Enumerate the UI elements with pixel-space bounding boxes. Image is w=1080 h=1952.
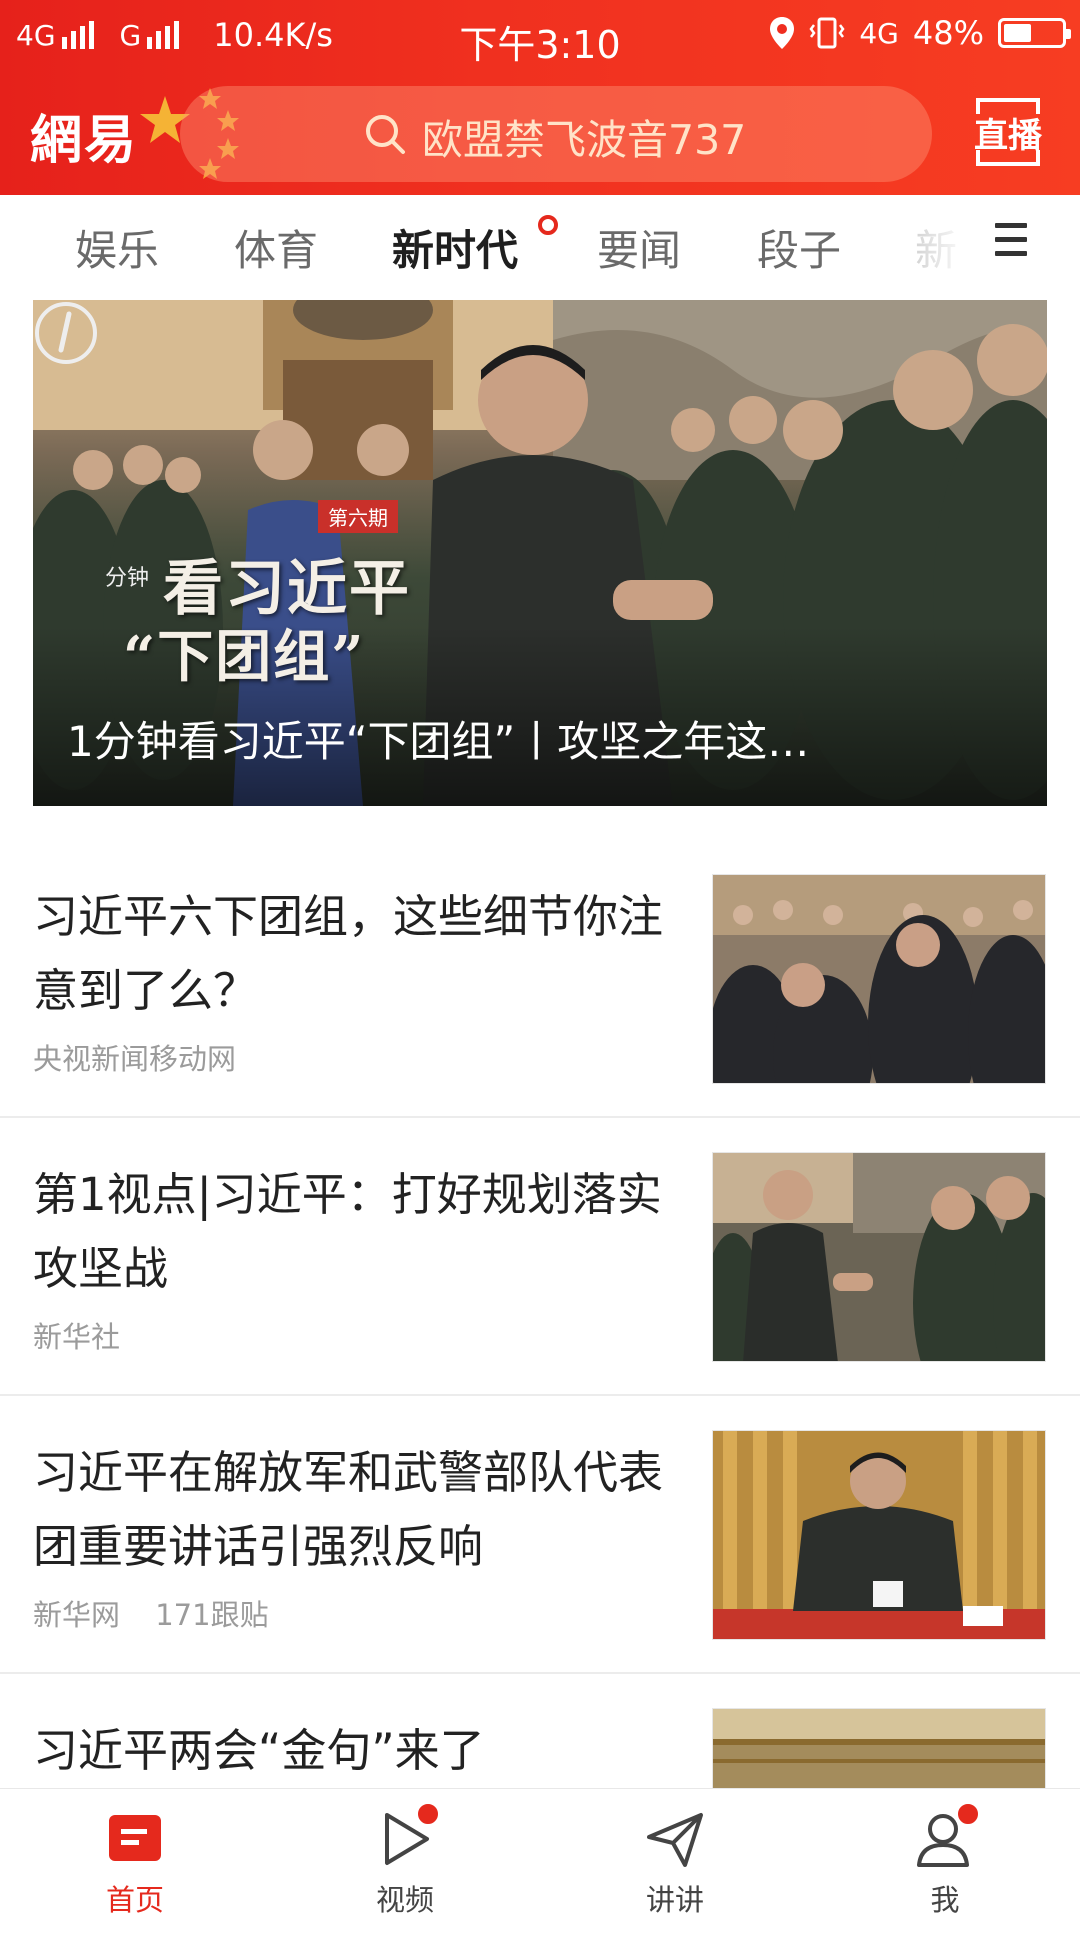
tab-jokes[interactable]: 段子 [757, 217, 841, 278]
news-item[interactable]: 第1视点|习近平：打好规划落实攻坚战 新华社 [0, 1118, 1080, 1396]
news-source: 新华社 [33, 1320, 121, 1354]
netease-logo[interactable]: 網易 [30, 98, 138, 173]
hero-logo-text: 分钟 [105, 566, 150, 591]
news-thumbnail [712, 874, 1046, 1084]
nav-home[interactable]: 首页 [0, 1789, 270, 1921]
bottom-navigation: 首页 视频 讲讲 我 [0, 1788, 1080, 1920]
nav-home-label: 首页 [105, 1883, 164, 1917]
channel-menu-icon[interactable] [995, 223, 1027, 259]
search-icon [366, 115, 405, 154]
nav-me[interactable]: 我 [810, 1789, 1080, 1921]
network-type-3: 4G [859, 16, 899, 50]
top-header: 4G G 10.4K/s 下午3:10 4G 48% 網易 欧盟禁飞波音737 … [0, 0, 1080, 195]
location-icon [770, 17, 795, 49]
home-icon [109, 1815, 161, 1861]
news-title: 习近平两会“金句”来了 [33, 1724, 485, 1777]
live-frame-icon [976, 98, 1040, 166]
news-title: 习近平在解放军和武警部队代表团重要讲话引强烈反响 [33, 1446, 664, 1573]
paper-plane-icon [647, 1813, 703, 1867]
nav-me-label: 我 [930, 1883, 960, 1917]
nav-video-label: 视频 [375, 1883, 434, 1917]
news-source: 新华网 [33, 1598, 121, 1632]
nav-video[interactable]: 视频 [270, 1789, 540, 1921]
search-bar[interactable]: 欧盟禁飞波音737 [180, 86, 932, 182]
live-button[interactable]: 直播 [974, 96, 1042, 168]
issue-badge: 第六期 [318, 500, 398, 533]
news-comment-count: 171跟贴 [155, 1598, 269, 1632]
channel-tabs: 娱乐 体育 新时代 要闻 段子 新 [0, 195, 1080, 295]
news-item[interactable]: 习近平六下团组，这些细节你注意到了么？ 央视新闻移动网 [0, 840, 1080, 1118]
nav-video-badge [415, 1801, 441, 1827]
search-placeholder: 欧盟禁飞波音737 [422, 116, 747, 164]
tab-entertainment[interactable]: 娱乐 [75, 217, 159, 278]
tab-headlines[interactable]: 要闻 [597, 217, 681, 278]
news-thumbnail [712, 1152, 1046, 1362]
news-title: 第1视点|习近平：打好规划落实攻坚战 [33, 1168, 662, 1295]
tab-new-era[interactable]: 新时代 [392, 217, 518, 278]
news-meta: 新华社 [33, 1314, 120, 1356]
news-meta: 央视新闻移动网 [33, 1036, 236, 1078]
news-title: 习近平六下团组，这些细节你注意到了么？ [33, 890, 664, 1017]
hero-caption: 1分钟看习近平“下团组”丨攻坚之年这… [67, 717, 810, 766]
tab-new-badge [538, 215, 558, 235]
nav-talk[interactable]: 讲讲 [540, 1789, 810, 1921]
tab-sports[interactable]: 体育 [234, 217, 318, 278]
news-item[interactable]: 习近平在解放军和武警部队代表团重要讲话引强烈反响 新华网 171跟贴 [0, 1396, 1080, 1674]
status-bar: 4G G 10.4K/s 下午3:10 4G 48% [0, 0, 1080, 75]
battery-percent: 48% [912, 14, 984, 52]
nav-talk-label: 讲讲 [645, 1883, 704, 1917]
news-meta: 新华网 171跟贴 [33, 1592, 269, 1634]
news-thumbnail [712, 1430, 1046, 1640]
timer-logo-icon [35, 302, 97, 364]
battery-icon [998, 18, 1071, 48]
nav-me-badge [955, 1801, 981, 1827]
news-source: 央视新闻移动网 [33, 1042, 237, 1076]
hero-banner[interactable]: 分钟 第六期 看习近平 “下团组” 1分钟看习近平“下团组”丨攻坚之年这… [33, 300, 1047, 806]
vibrate-icon [809, 17, 845, 49]
hero-overlay-subtitle: “下团组” [123, 624, 366, 690]
tab-fade [900, 195, 970, 295]
